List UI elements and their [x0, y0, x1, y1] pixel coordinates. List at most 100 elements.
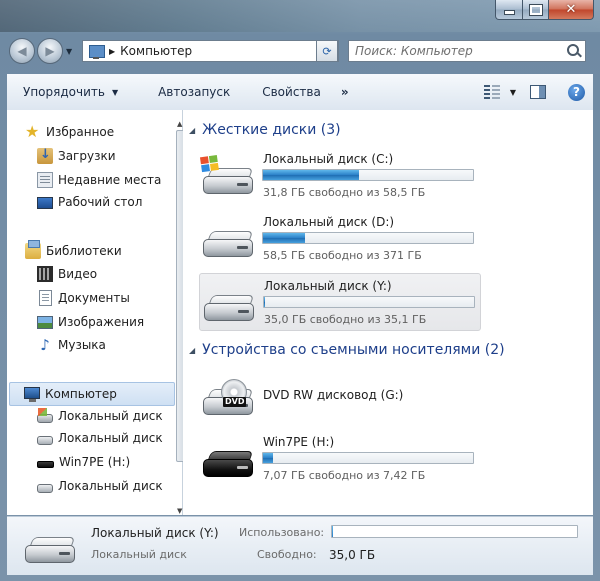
sidebar-item-libraries[interactable]: Библиотеки: [25, 240, 122, 259]
sidebar-item-images[interactable]: Изображения: [37, 314, 144, 329]
maximize-button[interactable]: [523, 0, 549, 20]
breadcrumb-separator[interactable]: ▶: [109, 47, 115, 56]
scroll-down-icon[interactable]: ▼: [177, 507, 182, 515]
sidebar-item-label: Локальный диск: [58, 408, 163, 423]
properties-label: Свойства: [262, 85, 321, 99]
downloads-icon: [37, 147, 53, 164]
search-placeholder: Поиск: Компьютер: [355, 44, 473, 58]
system-disk-icon: [37, 408, 53, 423]
search-icon[interactable]: [567, 44, 579, 56]
breadcrumb-location[interactable]: Компьютер: [120, 44, 324, 58]
system-disk-icon: [199, 154, 255, 196]
navigation-pane: ★ Избранное Загрузки Недавние места Рабо…: [7, 110, 187, 515]
group-header-removable[interactable]: ◢ Устройства со съемными носителями (2): [189, 342, 505, 358]
sidebar-item-favorites[interactable]: ★ Избранное: [25, 124, 114, 140]
disk-icon: [37, 483, 53, 493]
drive-name: Win7PE (H:): [263, 435, 335, 449]
disk-icon: [204, 295, 256, 323]
autoplay-button[interactable]: Автозапуск: [142, 85, 246, 99]
address-bar[interactable]: ▶ Компьютер ▼: [82, 40, 339, 62]
sidebar-item-local-disk-y[interactable]: Локальный диск: [37, 479, 163, 493]
collapse-triangle-icon[interactable]: ◢: [189, 126, 195, 135]
help-icon[interactable]: ?: [568, 83, 585, 101]
collapse-triangle-icon[interactable]: ◢: [189, 346, 195, 355]
drive-name: DVD RW дисковод (G:): [263, 388, 404, 402]
usage-fill: [263, 170, 359, 180]
sidebar-item-desktop[interactable]: Рабочий стол: [37, 195, 142, 209]
group-title: Жесткие диски (3): [202, 122, 341, 138]
refresh-icon: ⟳: [322, 44, 332, 58]
sidebar-item-local-disk-c[interactable]: Локальный диск: [37, 408, 163, 423]
forward-button[interactable]: ▶: [37, 38, 63, 64]
drive-tile-win7pe[interactable]: Win7PE (H:) 7,07 ГБ свободно из 7,42 ГБ: [199, 430, 481, 488]
video-icon: [37, 266, 53, 282]
usage-fill: [263, 233, 305, 243]
usb-drive-icon: [203, 451, 255, 479]
sidebar-item-win7pe[interactable]: Win7PE (H:): [37, 455, 130, 469]
desktop-icon: [37, 197, 53, 209]
scroll-up-icon[interactable]: ▲: [177, 120, 182, 128]
free-space-text: 31,8 ГБ свободно из 58,5 ГБ: [263, 186, 426, 199]
view-options-dropdown[interactable]: ▼: [510, 88, 516, 97]
sidebar-item-label: Видео: [58, 267, 98, 281]
libraries-icon: [25, 240, 41, 259]
explorer-window: ✕ ◀ ▶ ▼ ▶ Компьютер ▼ ⟳ Поиск: Компьютер…: [0, 0, 600, 581]
sidebar-item-label: Локальный диск: [58, 479, 163, 493]
details-usage-fill: [332, 526, 333, 537]
drive-tile-d[interactable]: Локальный диск (D:) 58,5 ГБ свободно из …: [199, 210, 481, 268]
sidebar-item-computer[interactable]: Компьютер: [9, 382, 175, 406]
close-button[interactable]: ✕: [549, 0, 594, 20]
images-icon: [37, 316, 53, 329]
disk-icon: [25, 537, 77, 565]
drive-tile-y[interactable]: Локальный диск (Y:) 35,0 ГБ свободно из …: [199, 273, 481, 331]
sidebar-item-label: Избранное: [46, 125, 115, 139]
change-view-icon[interactable]: [483, 85, 500, 99]
dvd-drive-icon: DVD: [203, 379, 255, 417]
usage-fill: [263, 453, 273, 463]
sidebar-item-label: Компьютер: [45, 387, 117, 401]
search-input[interactable]: Поиск: Компьютер: [348, 40, 586, 62]
drive-tile-dvd[interactable]: DVD DVD RW дисковод (G:): [199, 368, 481, 426]
organize-label: Упорядочить: [23, 85, 105, 99]
sidebar-item-documents[interactable]: Документы: [37, 290, 130, 306]
usb-drive-icon: [37, 461, 54, 468]
caption-buttons: ✕: [495, 0, 594, 20]
recent-pages-dropdown[interactable]: ▼: [66, 47, 72, 56]
usage-fill: [264, 297, 265, 307]
recent-places-icon: [37, 172, 53, 188]
chevron-down-icon: ▼: [111, 87, 119, 97]
sidebar-item-label: Музыка: [58, 338, 106, 352]
computer-icon: [89, 44, 105, 59]
properties-button[interactable]: Свойства: [246, 85, 337, 99]
drive-name: Локальный диск (Y:): [264, 279, 392, 293]
minimize-button[interactable]: [495, 0, 523, 20]
more-label: »: [340, 85, 349, 99]
sidebar-item-downloads[interactable]: Загрузки: [37, 147, 116, 164]
music-icon: ♪: [40, 336, 50, 354]
disk-icon: [203, 231, 255, 259]
group-header-hard-disks[interactable]: ◢ Жесткие диски (3): [189, 122, 341, 138]
drive-name: Локальный диск (D:): [263, 215, 395, 229]
back-arrow-icon: ◀: [17, 44, 27, 58]
more-commands-button[interactable]: »: [337, 85, 365, 99]
sidebar-item-recent-places[interactable]: Недавние места: [37, 172, 161, 188]
back-button[interactable]: ◀: [9, 38, 35, 64]
details-free-label: Свободно:: [257, 548, 317, 561]
organize-button[interactable]: Упорядочить ▼: [7, 85, 134, 99]
preview-pane-icon[interactable]: [530, 85, 546, 99]
drive-name: Локальный диск (C:): [263, 152, 394, 166]
details-usage-bar: [331, 525, 578, 538]
sidebar-item-label: Локальный диск: [58, 431, 163, 445]
refresh-button[interactable]: ⟳: [316, 40, 338, 62]
forward-arrow-icon: ▶: [45, 44, 55, 58]
sidebar-item-video[interactable]: Видео: [37, 266, 97, 282]
sidebar-item-local-disk-d[interactable]: Локальный диск: [37, 431, 163, 445]
drive-tile-c[interactable]: Локальный диск (C:) 31,8 ГБ свободно из …: [199, 147, 481, 205]
computer-icon: [24, 386, 40, 402]
free-space-text: 58,5 ГБ свободно из 371 ГБ: [263, 249, 422, 262]
details-drive-type: Локальный диск: [91, 548, 187, 561]
command-bar: Упорядочить ▼ Автозапуск Свойства » ▼ ?: [7, 74, 593, 111]
close-icon: ✕: [565, 2, 577, 17]
sidebar-item-music[interactable]: ♪ Музыка: [37, 337, 106, 353]
windows-logo-icon: [199, 154, 220, 173]
